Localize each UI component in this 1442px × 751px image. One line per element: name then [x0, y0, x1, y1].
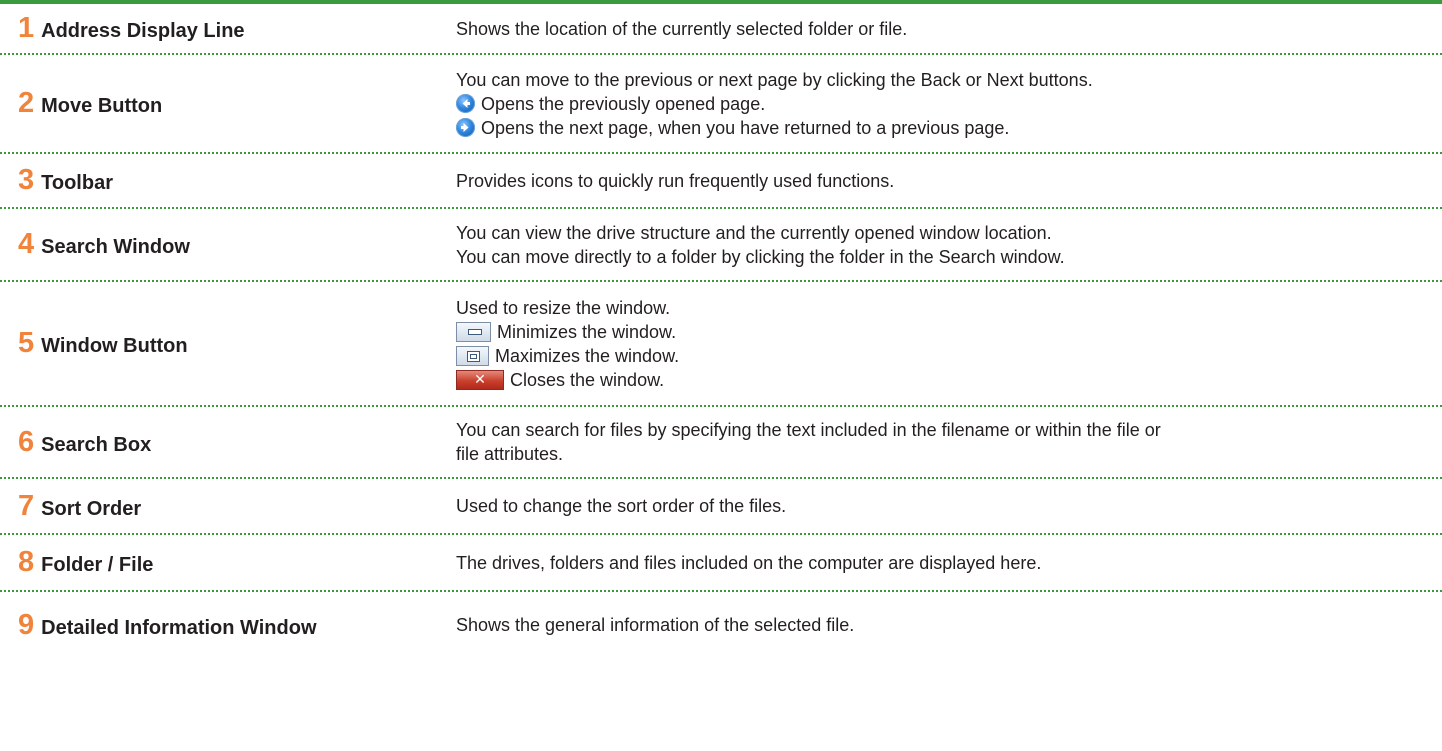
close-icon: ✕ [456, 369, 504, 390]
row-label: Search Box [41, 433, 152, 456]
maximize-icon [456, 345, 489, 366]
row-label: Toolbar [41, 172, 113, 194]
description-line: You can search for files by specifying t… [456, 418, 1422, 442]
description-text: Maximizes the window. [495, 345, 680, 366]
description-line: The drives, folders and files included o… [456, 551, 1422, 575]
back-arrow-icon [456, 94, 475, 113]
row-number: 2 [18, 87, 35, 119]
description-text: file attributes. [456, 444, 564, 464]
term: 8 Folder / File [0, 548, 456, 577]
description-text: Opens the next page, when you have retur… [481, 117, 1010, 138]
description-text: You can move to the previous or next pag… [456, 69, 1093, 90]
minimize-icon [456, 321, 491, 342]
term: 6 Search Box [0, 425, 456, 458]
description-text: Provides icons to quickly run frequently… [456, 170, 895, 191]
description-text: The drives, folders and files included o… [456, 552, 1042, 573]
description-text: Shows the location of the currently sele… [456, 18, 908, 39]
term: 9 Detailed Information Window [0, 608, 456, 641]
table-row: 5 Window Button Used to resize the windo… [0, 282, 1442, 407]
row-number: 9 [18, 608, 35, 641]
row-label: Move Button [41, 95, 163, 117]
forward-arrow-icon [456, 118, 475, 137]
description-text: Used to change the sort order of the fil… [456, 496, 787, 516]
description-line: Shows the general information of the sel… [456, 613, 1422, 637]
term: 2 Move Button [0, 89, 456, 118]
row-description: The drives, folders and files included o… [456, 551, 1442, 575]
description-text: You can search for files by specifying t… [456, 420, 1161, 440]
description-text: Minimizes the window. [497, 321, 677, 342]
description-line: You can move to the previous or next pag… [456, 68, 1422, 92]
table-row: 4 Search Window You can view the drive s… [0, 209, 1442, 282]
row-description: Used to change the sort order of the fil… [456, 494, 1442, 518]
row-description: Shows the general information of the sel… [456, 613, 1442, 637]
row-description: Shows the location of the currently sele… [456, 17, 1442, 41]
table-row: 9 Detailed Information Window Shows the … [0, 592, 1442, 658]
row-number: 5 [18, 327, 35, 359]
description-text: You can move directly to a folder by cli… [456, 246, 1065, 267]
row-number: 3 [18, 164, 35, 196]
row-label: Sort Order [41, 497, 142, 520]
description-line: Minimizes the window. [456, 320, 1422, 344]
row-number: 6 [18, 425, 35, 458]
row-label: Folder / File [41, 554, 154, 576]
description-line: ✕ Closes the window. [456, 368, 1422, 392]
description-text: Closes the window. [510, 369, 665, 390]
table-row: 1 Address Display Line Shows the locatio… [0, 4, 1442, 55]
description-line: Opens the previously opened page. [456, 92, 1422, 116]
row-description: Used to resize the window. Minimizes the… [456, 296, 1442, 392]
table-row: 2 Move Button You can move to the previo… [0, 55, 1442, 154]
description-line: Used to resize the window. [456, 296, 1422, 320]
row-number: 7 [18, 489, 35, 522]
row-number: 8 [18, 546, 35, 578]
row-number: 4 [18, 228, 35, 260]
table-row: 3 Toolbar Provides icons to quickly run … [0, 154, 1442, 209]
row-label: Detailed Information Window [41, 616, 317, 639]
description-line: Maximizes the window. [456, 344, 1422, 368]
row-label: Address Display Line [41, 20, 245, 42]
description-line: Provides icons to quickly run frequently… [456, 169, 1422, 193]
row-description: You can search for files by specifying t… [456, 418, 1442, 466]
term: 5 Window Button [0, 329, 456, 358]
description-text: You can view the drive structure and the… [456, 222, 1052, 243]
row-description: Provides icons to quickly run frequently… [456, 169, 1442, 193]
description-line: Shows the location of the currently sele… [456, 17, 1422, 41]
description-line: You can view the drive structure and the… [456, 221, 1422, 245]
term: 7 Sort Order [0, 489, 456, 522]
table-row: 8 Folder / File The drives, folders and … [0, 535, 1442, 592]
table-row: 6 Search Box You can search for files by… [0, 407, 1442, 479]
row-description: You can move to the previous or next pag… [456, 68, 1442, 140]
description-text: Used to resize the window. [456, 297, 671, 318]
row-number: 1 [18, 12, 35, 44]
term: 1 Address Display Line [0, 14, 456, 43]
row-description: You can view the drive structure and the… [456, 221, 1442, 269]
description-text: Opens the previously opened page. [481, 93, 766, 114]
description-line: You can move directly to a folder by cli… [456, 245, 1422, 269]
description-text: Shows the general information of the sel… [456, 615, 855, 635]
row-label: Window Button [41, 335, 188, 357]
row-label: Search Window [41, 236, 190, 258]
table-row: 7 Sort Order Used to change the sort ord… [0, 479, 1442, 535]
glossary-table: 1 Address Display Line Shows the locatio… [0, 4, 1442, 658]
term: 4 Search Window [0, 230, 456, 259]
description-line: Used to change the sort order of the fil… [456, 494, 1422, 518]
description-line: Opens the next page, when you have retur… [456, 116, 1422, 140]
term: 3 Toolbar [0, 166, 456, 195]
description-line: file attributes. [456, 442, 1422, 466]
